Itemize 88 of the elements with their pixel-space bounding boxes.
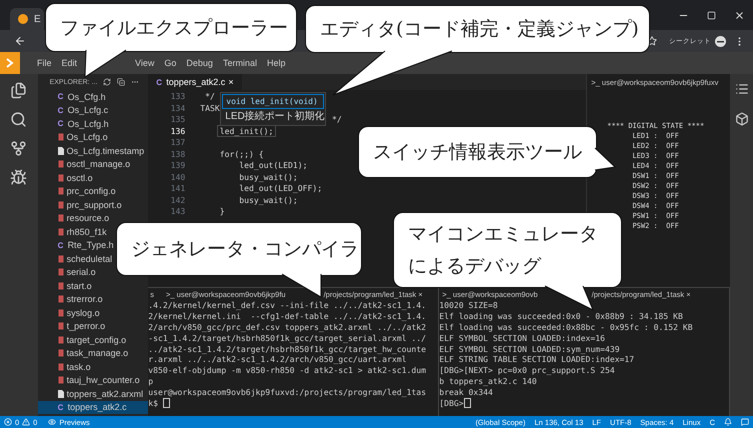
terminal-line: 10020 SIZE=8: [439, 300, 498, 310]
explorer-item[interactable]: strerror.o: [38, 292, 105, 306]
terminal-line: 2/kernel/kernel.ini --cfg1-def-table ../../atk2-sc1_1.4.: [148, 311, 426, 322]
terminal-line: Elf loading was succeeded:0x88bc - 0x95fc : 0.152 KB: [439, 322, 693, 332]
explorer-item[interactable]: start.o: [38, 279, 94, 292]
line-number: 141: [170, 183, 186, 194]
explorer-item[interactable]: tauj_hw_counter.o: [38, 374, 142, 387]
terminal-line: ELF STRING TABLE SECTION LOADED:index=17: [439, 354, 634, 364]
explorer-item[interactable]: rh850_f1k: [38, 225, 109, 238]
explorer-item[interactable]: toppers_atk2.arxml: [38, 387, 146, 400]
terminal-line: [DBG>: [439, 398, 464, 408]
explorer-item[interactable]: Os_Lcfg.o: [38, 130, 110, 144]
terminal-line: p: [148, 376, 154, 386]
explorer-item[interactable]: C Os_Lcfg.c: [38, 104, 110, 117]
code-line: led_out(LED1);: [238, 160, 309, 170]
callout-text: によるデバッグ: [408, 254, 542, 279]
function-description: LED接続ポート初期化: [224, 110, 324, 124]
code-line: TASK: [199, 102, 221, 113]
terminal-line: ELF SYMBOL SECTION LOADED:index=16: [439, 332, 605, 343]
callout-text: ファイルエクスプローラー: [60, 16, 289, 40]
menu-item[interactable]: Terminal: [218, 58, 262, 68]
c-file-icon: C: [58, 402, 65, 412]
callout-text: マイコンエミュレータ: [408, 222, 599, 247]
code-line: }: [218, 206, 226, 216]
terminal-line: -sc1_1.4.2/target/hsbrh850f1k_gcc/target_serial.arxml ../: [148, 332, 426, 343]
explorer-item[interactable]: Os_Lcfg.timestamp: [38, 144, 146, 158]
terminal-line: [DBG>[NEXT> pc=0x0 prc_support.S 254: [439, 365, 615, 376]
browser-tab[interactable]: E: [10, 8, 44, 30]
line-number: 134: [170, 102, 186, 113]
menu-item[interactable]: Help: [262, 58, 290, 68]
c-file-icon: C: [58, 240, 65, 250]
c-file-icon: C: [58, 119, 65, 128]
callout-text: エディタ(コード補完・定義ジャンプ): [320, 17, 640, 42]
line-number: 142: [170, 194, 186, 205]
terminal-line: r.arxml ../../atk2-sc1_1.4.2/arch/v850_gcc/uart.arxml: [148, 354, 407, 364]
menu-item[interactable]: Edit: [56, 58, 82, 68]
callout-text: スイッチ情報表示ツール: [373, 140, 583, 165]
menu-item[interactable]: Debug: [181, 58, 218, 68]
code-line: */: [204, 91, 216, 102]
explorer-item[interactable]: scheduletal: [38, 252, 114, 266]
line-number: 143: [170, 206, 186, 216]
explorer-item[interactable]: serial.o: [38, 266, 98, 279]
terminal-line: k$: [148, 398, 160, 408]
line-number: 138: [170, 148, 186, 159]
explorer-item[interactable]: C Os_Cfg.h: [38, 90, 108, 104]
code-line: */: [331, 114, 343, 124]
function-signature: void led_init(void): [222, 94, 324, 109]
code-line: busy_wait();: [238, 172, 299, 182]
explorer-item[interactable]: task.o: [38, 360, 93, 374]
terminal-line: ELF SYMBOL SECTION LOADED:sym_num=439: [439, 344, 620, 354]
line-number: 137: [170, 137, 186, 148]
explorer-item[interactable]: prc_config.o: [38, 184, 118, 198]
explorer-item[interactable]: task_manage.o: [38, 346, 130, 360]
code-line: led_init();: [218, 126, 276, 136]
line-number: 140: [170, 172, 186, 182]
explorer-item[interactable]: osctl.o: [38, 171, 95, 184]
terminal-line: .4.2/kernel/kernel_def.csv --ini-file ../../atk2-sc1_1.4.: [148, 300, 426, 310]
c-file-icon: C: [58, 92, 65, 102]
terminal-line: user@workspaceom9ovb6jkp9fuxvd:/projects/program/led_1tas: [148, 386, 426, 397]
code-line: led_out(LED_OFF);: [238, 183, 324, 194]
explorer-item[interactable]: t_perror.o: [38, 320, 108, 333]
menu-item[interactable]: Go: [159, 58, 182, 68]
line-number: 133: [170, 91, 186, 102]
explorer-item[interactable]: prc_support.o: [38, 198, 124, 212]
explorer-item[interactable]: syslog.o: [38, 306, 102, 320]
terminal-line: v850-elf-objdump -m v850-rh850 -d atk2-sc1 > atk2-sc1.dum: [148, 365, 426, 376]
explorer-item[interactable]: C Os_Lcfg.h: [38, 117, 111, 130]
explorer-item[interactable]: target_config.o: [38, 333, 128, 346]
code-line: for(;;) {: [218, 148, 265, 159]
menu-item[interactable]: View: [130, 58, 160, 68]
code-line: busy_wait();: [238, 194, 299, 205]
menu-item[interactable]: File: [32, 58, 57, 68]
terminal-line: 2/arch/v850_gcc/prc_def.csv toppers_atk2.arxml ../../atk2: [148, 322, 426, 332]
c-file-icon: C: [58, 106, 65, 115]
terminal-line: Elf loading was succeeded:0x0 - 0x88b9 : 34.185 KB: [439, 311, 683, 322]
explorer-item[interactable]: resource.o: [38, 212, 112, 225]
terminal-line: ../atk2-sc1_1.4.2/target/hsbrh850f1k_gcc/target_hw_counte: [148, 344, 426, 354]
explorer-item[interactable]: C Rte_Type.h: [38, 238, 116, 252]
callout-text: ジェネレータ・コンパイラ: [131, 237, 360, 262]
line-number: 135: [170, 114, 186, 124]
explorer-item[interactable]: osctl_manage.o: [38, 158, 132, 171]
terminal-line: break 0x344: [439, 386, 493, 397]
terminal-line: b toppers_atk2.c 140: [439, 376, 537, 386]
line-number: 136: [170, 126, 186, 136]
explorer-item[interactable]: C toppers_atk2.c: [38, 400, 148, 414]
line-number: 139: [170, 160, 186, 170]
editor-tab[interactable]: C toppers_atk2.c ×: [148, 74, 242, 90]
tab-title: E: [34, 14, 41, 24]
